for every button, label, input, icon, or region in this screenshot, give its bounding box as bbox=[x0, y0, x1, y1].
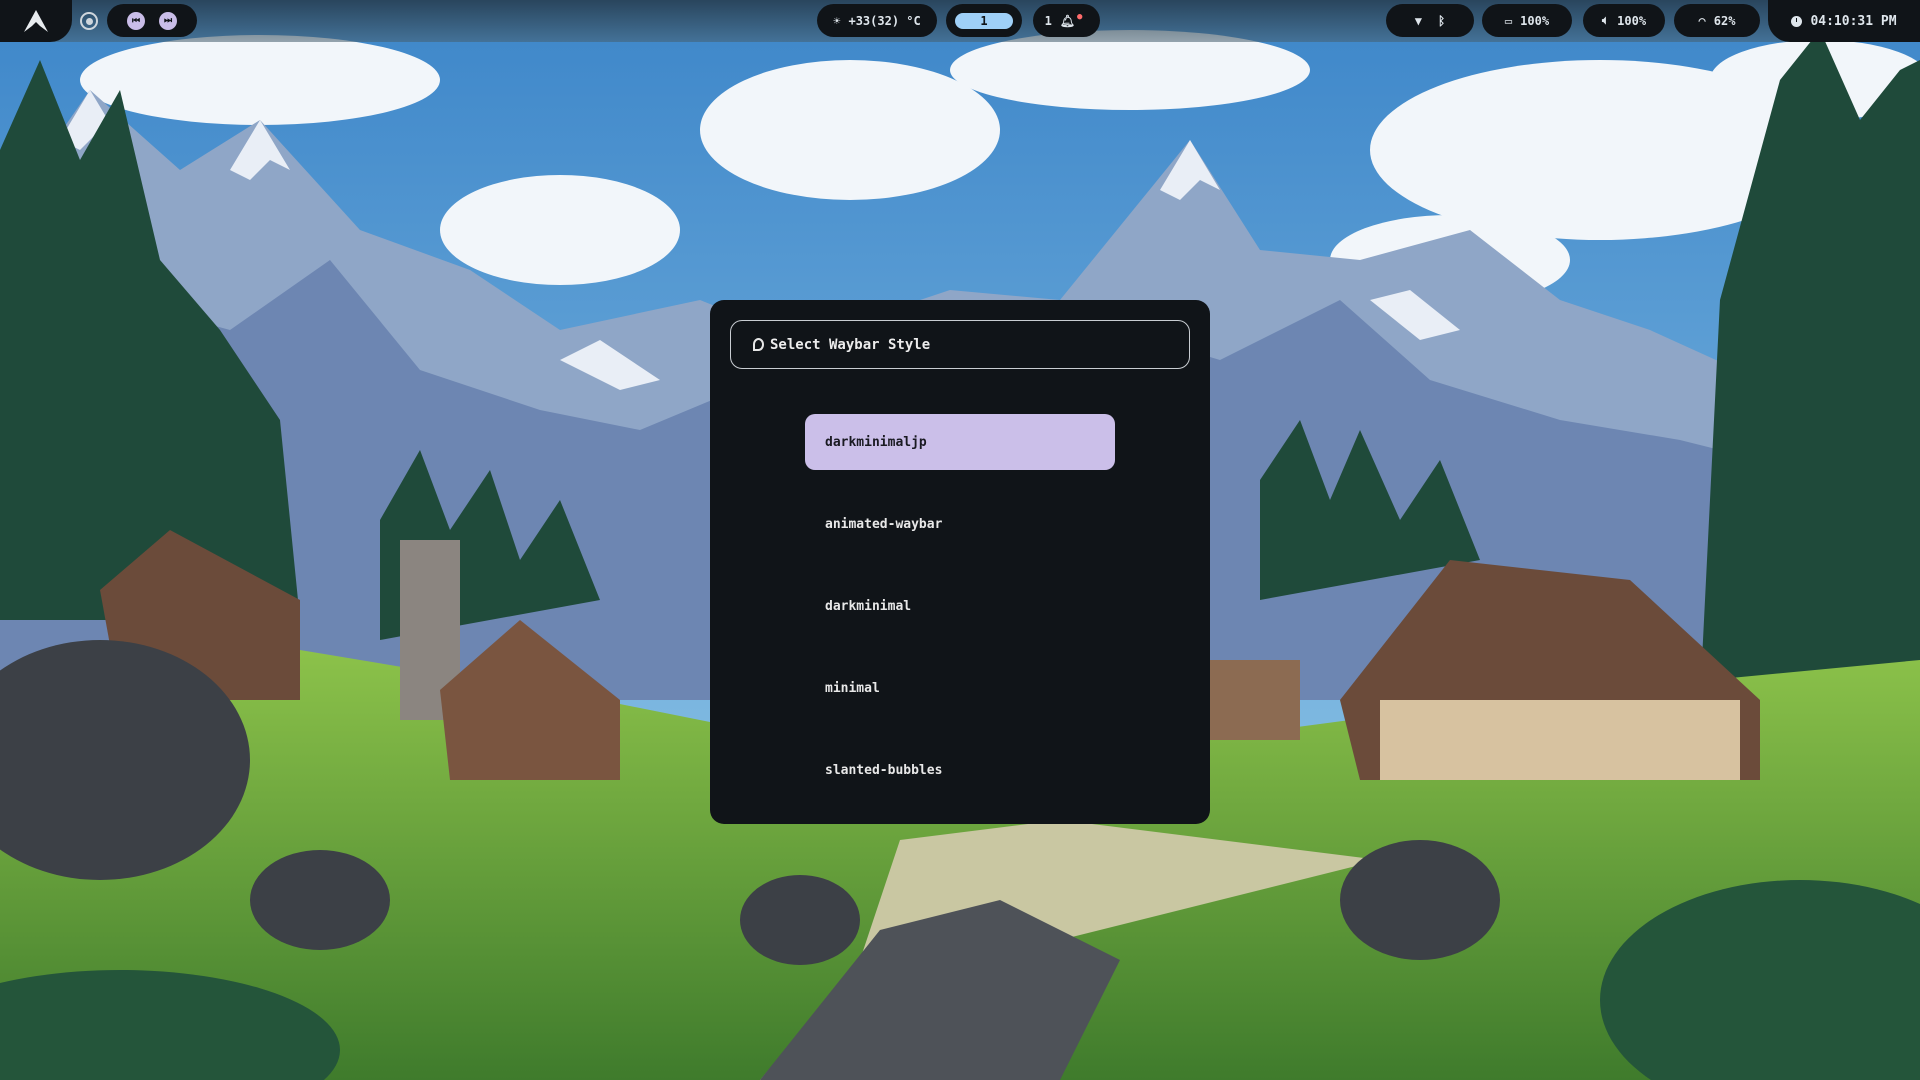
bluetooth-icon: ᛒ bbox=[1438, 13, 1446, 28]
list-item-label: animated-waybar bbox=[825, 516, 943, 532]
wifi-icon: ◠ bbox=[1698, 13, 1706, 28]
wifi-value: 62% bbox=[1713, 13, 1736, 28]
media-controls: ⏮ ⏭ bbox=[107, 4, 197, 37]
volume-value: 100% bbox=[1617, 13, 1647, 28]
notifications-widget[interactable]: 1 🔔︎ ● bbox=[1033, 4, 1100, 37]
notification-dot: ● bbox=[1077, 11, 1083, 22]
list-item-minimal[interactable]: minimal bbox=[805, 660, 1115, 716]
connectivity-widget[interactable]: ▼ ᛒ bbox=[1386, 4, 1474, 37]
record-circle-icon[interactable] bbox=[80, 12, 98, 30]
list-item-darkminimal[interactable]: darkminimal bbox=[805, 578, 1115, 634]
memory-value: 100% bbox=[1520, 13, 1550, 28]
skip-next-icon[interactable]: ⏭ bbox=[159, 11, 177, 30]
clock-icon bbox=[1791, 15, 1803, 27]
workspace-1-button[interactable]: 1 bbox=[955, 12, 1013, 29]
list-item-label: minimal bbox=[825, 680, 880, 696]
sun-icon: ☀ bbox=[833, 13, 841, 28]
volume-widget[interactable]: 🔈︎ 100% bbox=[1583, 4, 1665, 37]
arch-logo-icon bbox=[24, 10, 48, 32]
network-icon: ▼ bbox=[1414, 13, 1423, 28]
bell-icon: 🔔︎ bbox=[1059, 13, 1076, 28]
clock-widget[interactable]: 04:10:31 PM bbox=[1768, 0, 1920, 42]
notification-count: 1 bbox=[1044, 13, 1052, 28]
clock-time: 04:10:31 PM bbox=[1810, 13, 1897, 29]
style-list: darkminimaljp animated-waybar darkminima… bbox=[805, 414, 1115, 824]
list-item-label: darkminimaljp bbox=[825, 434, 927, 450]
prompt-text: Select Waybar Style bbox=[770, 336, 931, 353]
list-item-animated-waybar[interactable]: animated-waybar bbox=[805, 496, 1115, 552]
memory-icon: ▭ bbox=[1504, 13, 1513, 28]
list-item-label: slanted-bubbles bbox=[825, 762, 943, 778]
skip-previous-icon[interactable]: ⏮ bbox=[127, 11, 145, 30]
weather-widget[interactable]: ☀ +33(32) °C bbox=[817, 4, 937, 37]
volume-icon: 🔈︎ bbox=[1601, 13, 1610, 27]
launcher-logo-button[interactable] bbox=[0, 0, 72, 42]
cursor-icon bbox=[753, 338, 764, 351]
list-item-darkminimaljp[interactable]: darkminimaljp bbox=[805, 414, 1115, 470]
search-input[interactable]: Select Waybar Style bbox=[730, 320, 1190, 369]
weather-text: +33(32) °C bbox=[848, 13, 921, 28]
workspaces: 1 bbox=[946, 4, 1022, 37]
memory-widget[interactable]: ▭ 100% bbox=[1482, 4, 1572, 37]
waybar-style-launcher: Select Waybar Style darkminimaljp animat… bbox=[710, 300, 1210, 824]
wifi-widget[interactable]: ◠ 62% bbox=[1674, 4, 1760, 37]
list-item-slanted-bubbles[interactable]: slanted-bubbles bbox=[805, 742, 1115, 798]
list-item-label: darkminimal bbox=[825, 598, 912, 614]
top-status-bar: ⏮ ⏭ ☀ +33(32) °C 1 1 🔔︎ ● ▼ ᛒ ▭ 100% 🔈︎ … bbox=[0, 0, 1920, 42]
